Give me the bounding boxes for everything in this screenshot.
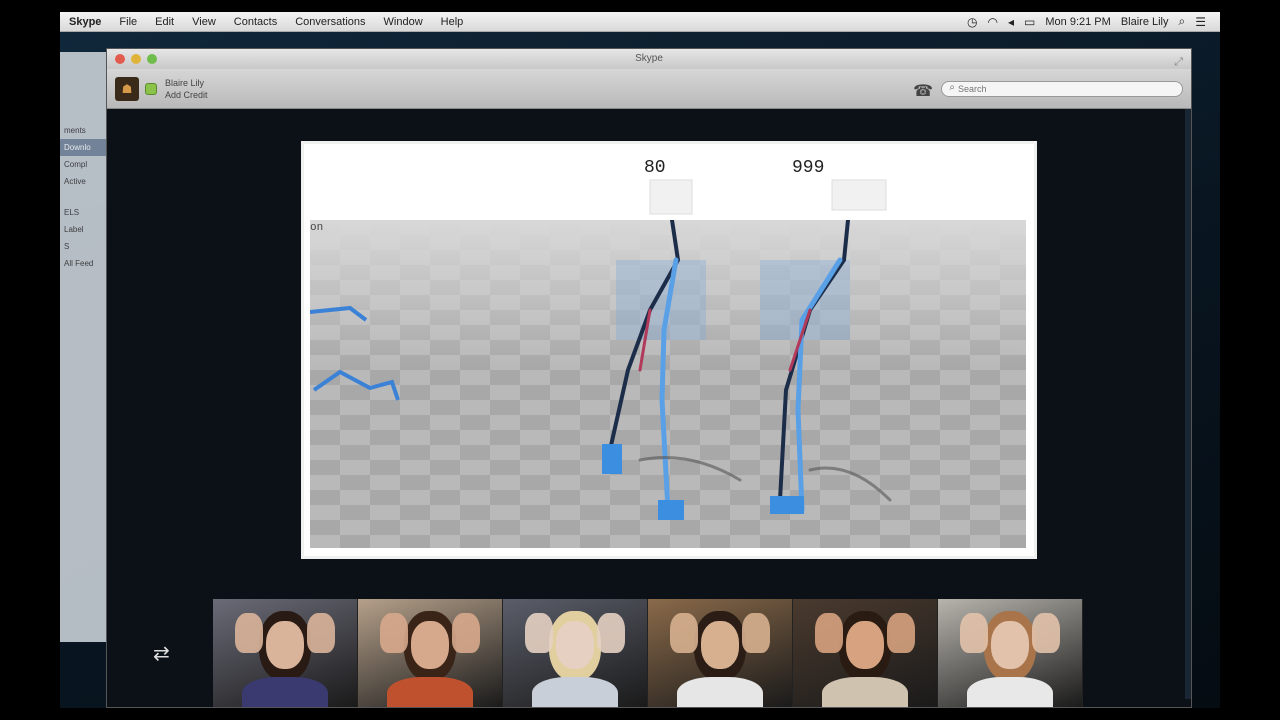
participant-face [991,621,1029,669]
background-window-item: S [64,242,70,251]
participant-hand [960,613,988,653]
spotlight-search-icon[interactable]: ⌕ [1179,14,1186,29]
background-window-item[interactable]: All Feed [60,255,110,272]
window-controls [115,54,157,64]
menu-edit[interactable]: Edit [146,16,183,28]
participant-hand [887,613,915,653]
close-button[interactable] [115,54,125,64]
participant-hand [235,613,263,653]
walker-head-marker-right [831,179,887,211]
background-window-item: ments [64,126,86,135]
time-machine-icon[interactable]: ◷ [967,15,977,29]
menu-conversations[interactable]: Conversations [286,16,374,28]
add-credit-link[interactable]: Add Credit [165,89,208,101]
menu-view[interactable]: View [183,16,225,28]
participant-video-tile[interactable] [503,599,648,707]
user-info[interactable]: Blaire Lily Add Credit [165,77,208,101]
participant-body [676,677,764,707]
window-title: Skype [635,53,663,64]
menubar-user[interactable]: Blaire Lily [1121,16,1169,28]
volume-icon[interactable]: ◂ [1008,15,1014,29]
participant-hand [525,613,553,653]
status-online-icon[interactable] [145,82,157,95]
avatar[interactable]: ☗ [115,76,139,101]
participant-hand [380,613,408,653]
participant-video-tile[interactable] [358,599,503,707]
background-window-item[interactable]: Label [60,221,110,238]
background-window-item[interactable]: Compl [60,156,110,173]
background-window-item: ELS [64,208,80,217]
background-window-item[interactable]: Downlo [60,139,110,156]
participant-hand [742,613,770,653]
participant-video-tile[interactable] [793,599,938,707]
simulation-counter-left: 80 [644,158,666,178]
scrollbar[interactable] [1185,109,1191,699]
participant-face [556,621,594,669]
participant-strip [213,599,1083,707]
participant-body [966,677,1054,707]
menu-file[interactable]: File [110,16,146,28]
simulation-counter-right: 999 [792,158,825,178]
menu-contacts[interactable]: Contacts [225,16,286,28]
window-titlebar[interactable]: Skype ⤢ [107,49,1191,69]
participant-face [266,621,304,669]
simulation-viewport [310,220,1026,548]
swap-view-icon[interactable]: ⇄ [153,641,170,666]
background-window-item[interactable]: Active [60,173,110,190]
menubar-clock[interactable]: Mon 9:21 PM [1045,16,1110,28]
minimize-button[interactable] [131,54,141,64]
simulation-scene [310,220,1026,548]
participant-hand [597,613,625,653]
battery-icon[interactable]: ▭ [1024,15,1035,29]
zoom-button[interactable] [147,54,157,64]
user-name: Blaire Lily [165,77,205,88]
mac-menubar: Skype File Edit View Contacts Conversati… [60,12,1220,32]
simulation-label: on [310,222,324,234]
search-icon: ⌕ [949,82,955,93]
shared-screen-video[interactable]: 80 999 on [301,141,1037,559]
participant-hand [307,613,335,653]
participant-hand [1032,613,1060,653]
participant-body [386,677,474,707]
participant-body [821,677,909,707]
menu-window[interactable]: Window [375,16,432,28]
notification-list-icon[interactable]: ☰ [1195,15,1206,29]
search-input[interactable] [941,81,1183,97]
participant-hand [815,613,843,653]
menubar-status-area: ◷ ◠ ◂ ▭ Mon 9:21 PM Blaire Lily ⌕ ☰ [967,14,1220,29]
participant-face [411,621,449,669]
dial-pad-phone-icon[interactable]: ☎ [913,81,933,101]
skype-toolbar: ☗ Blaire Lily Add Credit ☎ ⌕ [107,69,1191,109]
background-window[interactable]: ments Downlo Compl Active ELS Label S Al… [60,52,110,642]
skype-window: Skype ⤢ ☗ Blaire Lily Add Credit ☎ ⌕ 80 … [106,48,1192,708]
participant-video-tile[interactable] [213,599,358,707]
participant-body [531,677,619,707]
participant-video-tile[interactable] [648,599,793,707]
participant-video-tile[interactable] [938,599,1083,707]
wifi-icon[interactable]: ◠ [988,15,998,29]
participant-face [701,621,739,669]
menu-help[interactable]: Help [432,16,473,28]
walker-head-marker-left [649,179,693,215]
participant-body [241,677,329,707]
menu-app-skype[interactable]: Skype [60,16,110,28]
participant-face [846,621,884,669]
participant-hand [452,613,480,653]
participant-hand [670,613,698,653]
